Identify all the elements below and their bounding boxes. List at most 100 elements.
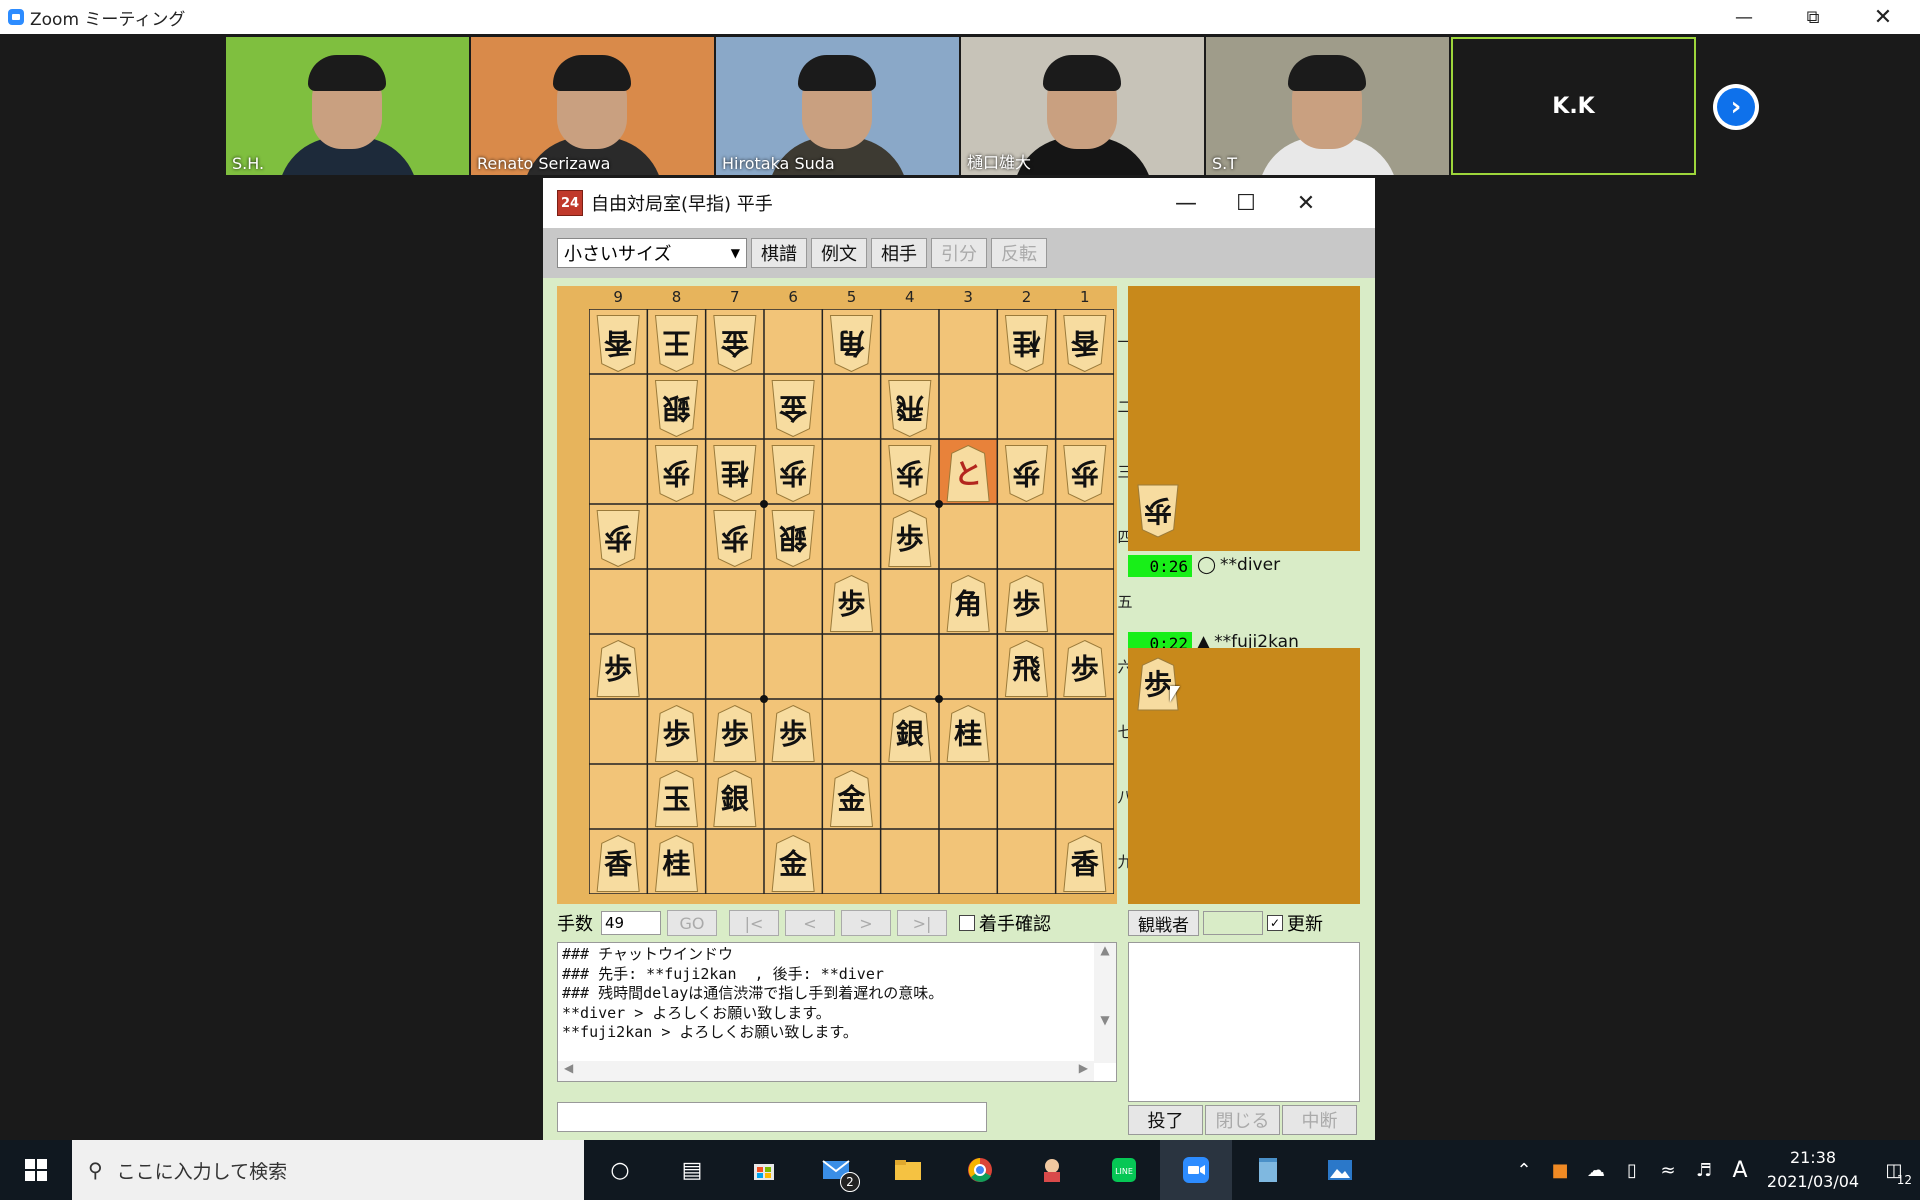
sente-hand-pieces[interactable]: 歩 xyxy=(1128,648,1360,904)
shogi-board[interactable]: 香王金角桂香銀金飛歩桂歩歩と歩歩歩歩銀歩歩角歩歩飛歩歩歩歩銀桂玉銀金香桂金香 xyxy=(589,309,1114,894)
battery-icon[interactable]: ▯ xyxy=(1614,1160,1650,1181)
shogi-piece[interactable]: 香 xyxy=(596,834,640,892)
cortana-icon[interactable]: ○ xyxy=(584,1140,656,1200)
participant-tile[interactable]: Hirotaka Suda xyxy=(716,37,959,175)
resign-button[interactable]: 投了 xyxy=(1128,1105,1203,1135)
notepad-icon[interactable] xyxy=(1232,1140,1304,1200)
first-move-button[interactable]: |< xyxy=(729,910,779,936)
shogi-piece[interactable]: 歩 xyxy=(713,704,757,762)
shogi-piece[interactable]: 歩 xyxy=(771,445,815,503)
shogi-piece[interactable]: 角 xyxy=(829,315,874,373)
next-move-button[interactable]: > xyxy=(841,910,891,936)
shogi-piece[interactable]: と xyxy=(946,444,990,502)
shogi-piece[interactable]: 歩 xyxy=(654,445,699,503)
shogi-piece[interactable]: 金 xyxy=(771,834,815,892)
volume-icon[interactable]: ♬ xyxy=(1686,1160,1722,1181)
show-hidden-icons-icon[interactable]: ⌃ xyxy=(1506,1160,1542,1181)
participant-tile[interactable]: S.H. xyxy=(226,37,469,175)
last-move-button[interactable]: >| xyxy=(897,910,947,936)
taskbar-search-box[interactable]: ⚲ ここに入力して検索 xyxy=(72,1140,584,1200)
shogi-piece[interactable]: 金 xyxy=(713,315,757,373)
shogi-piece[interactable]: 飛 xyxy=(888,380,932,438)
taskbar-clock[interactable]: 21:38 2021/03/04 xyxy=(1758,1146,1868,1194)
confirm-move-checkbox[interactable] xyxy=(959,915,975,931)
file-explorer-icon[interactable] xyxy=(872,1140,944,1200)
watchers-button[interactable]: 観戦者 xyxy=(1128,910,1199,936)
shogi-piece[interactable]: 王 xyxy=(654,315,699,373)
chat-hscrollbar[interactable]: ◀ ▶ xyxy=(558,1061,1094,1081)
sente-hand-piece[interactable]: 歩 xyxy=(1137,657,1179,711)
close-button[interactable]: ✕ xyxy=(1855,0,1911,34)
shogi-piece[interactable]: 桂 xyxy=(946,704,990,762)
windows-start-button[interactable] xyxy=(0,1140,72,1200)
shogi-piece[interactable]: 歩 xyxy=(654,704,699,762)
shogi-close-button[interactable]: ✕ xyxy=(1276,178,1336,228)
opponent-button[interactable]: 相手 xyxy=(871,238,927,268)
update-checkbox[interactable]: ✓ xyxy=(1267,915,1283,931)
shogi-piece[interactable]: 歩 xyxy=(596,510,640,568)
onedrive-icon[interactable]: ☁ xyxy=(1578,1160,1614,1181)
mail-icon[interactable]: 2 xyxy=(800,1140,872,1200)
chrome-icon[interactable] xyxy=(944,1140,1016,1200)
shogi-piece[interactable]: 角 xyxy=(946,574,990,632)
shogi-piece[interactable]: 銀 xyxy=(654,380,699,438)
shogi-piece[interactable]: 玉 xyxy=(654,769,699,827)
move-number-input[interactable]: 49 xyxy=(601,911,661,935)
suspend-button[interactable]: 中断 xyxy=(1282,1105,1357,1135)
gote-hand-pieces[interactable]: 歩 xyxy=(1128,286,1360,551)
zoom-taskbar-icon[interactable] xyxy=(1160,1140,1232,1200)
shogi-piece[interactable]: 歩 xyxy=(829,574,874,632)
kifu-button[interactable]: 棋譜 xyxy=(751,238,807,268)
shogi-piece[interactable]: 歩 xyxy=(1063,445,1107,503)
shogi-minimize-button[interactable]: — xyxy=(1156,178,1216,228)
shogi-piece[interactable]: 香 xyxy=(1063,834,1107,892)
shogi-piece[interactable]: 銀 xyxy=(713,769,757,827)
ime-indicator[interactable]: A xyxy=(1722,1158,1758,1183)
shogi-piece[interactable]: 歩 xyxy=(771,704,815,762)
next-participants-button[interactable]: › xyxy=(1713,84,1759,130)
photos-icon[interactable] xyxy=(1304,1140,1376,1200)
participant-tile[interactable]: 樋口雄大 xyxy=(961,37,1204,175)
chat-vscrollbar[interactable]: ▲ ▼ xyxy=(1094,943,1116,1063)
shogi-maximize-button[interactable]: ☐ xyxy=(1216,178,1276,228)
shogi-piece[interactable]: 歩 xyxy=(713,510,757,568)
shogi-piece[interactable]: 桂 xyxy=(654,834,699,892)
shogi-piece[interactable]: 歩 xyxy=(1004,574,1049,632)
shogi-piece[interactable]: 銀 xyxy=(888,704,932,762)
watchers-list[interactable] xyxy=(1128,942,1360,1102)
shogi-piece[interactable]: 飛 xyxy=(1004,639,1049,697)
prev-move-button[interactable]: < xyxy=(785,910,835,936)
shogi-piece[interactable]: 歩 xyxy=(888,509,932,567)
notification-center-icon[interactable]: ◫ 12 xyxy=(1868,1160,1920,1187)
shogi-piece[interactable]: 桂 xyxy=(713,445,757,503)
participant-tile[interactable]: S.T xyxy=(1206,37,1449,175)
shogi-piece[interactable]: 歩 xyxy=(596,639,640,697)
board-size-select[interactable]: 小さいサイズ ▼ xyxy=(557,238,747,268)
shogi-piece[interactable]: 歩 xyxy=(888,445,932,503)
shogi-piece[interactable]: 桂 xyxy=(1004,315,1049,373)
shogi-piece[interactable]: 香 xyxy=(1063,315,1107,373)
go-button[interactable]: GO xyxy=(667,910,717,936)
chat-input[interactable] xyxy=(557,1102,987,1132)
app-character-icon[interactable] xyxy=(1016,1140,1088,1200)
java-icon[interactable]: ■ xyxy=(1542,1160,1578,1181)
shogi-piece[interactable]: 金 xyxy=(829,769,874,827)
restore-button[interactable]: ⧉ xyxy=(1785,0,1841,34)
shogi-piece[interactable]: 銀 xyxy=(771,510,815,568)
line-icon[interactable]: LINE xyxy=(1088,1140,1160,1200)
close-game-button[interactable]: 閉じる xyxy=(1205,1105,1280,1135)
chat-window[interactable]: ### チャットウインドウ ### 先手: **fuji2kan , 後手: **… xyxy=(557,942,1117,1082)
shogi-piece[interactable]: 金 xyxy=(771,380,815,438)
participant-tile[interactable]: Renato Serizawa xyxy=(471,37,714,175)
minimize-button[interactable]: — xyxy=(1716,0,1772,34)
shogi-piece[interactable]: 香 xyxy=(596,315,640,373)
gote-hand-piece[interactable]: 歩 xyxy=(1137,484,1179,538)
shogi-piece[interactable]: 歩 xyxy=(1004,445,1049,503)
flip-button[interactable]: 反転 xyxy=(991,238,1047,268)
shogi-piece[interactable]: 歩 xyxy=(1063,639,1107,697)
wifi-icon[interactable]: ≈ xyxy=(1650,1160,1686,1181)
store-icon[interactable] xyxy=(728,1140,800,1200)
participant-kk-tile[interactable]: K.K xyxy=(1451,37,1696,175)
draw-button[interactable]: 引分 xyxy=(931,238,987,268)
sample-text-button[interactable]: 例文 xyxy=(811,238,867,268)
